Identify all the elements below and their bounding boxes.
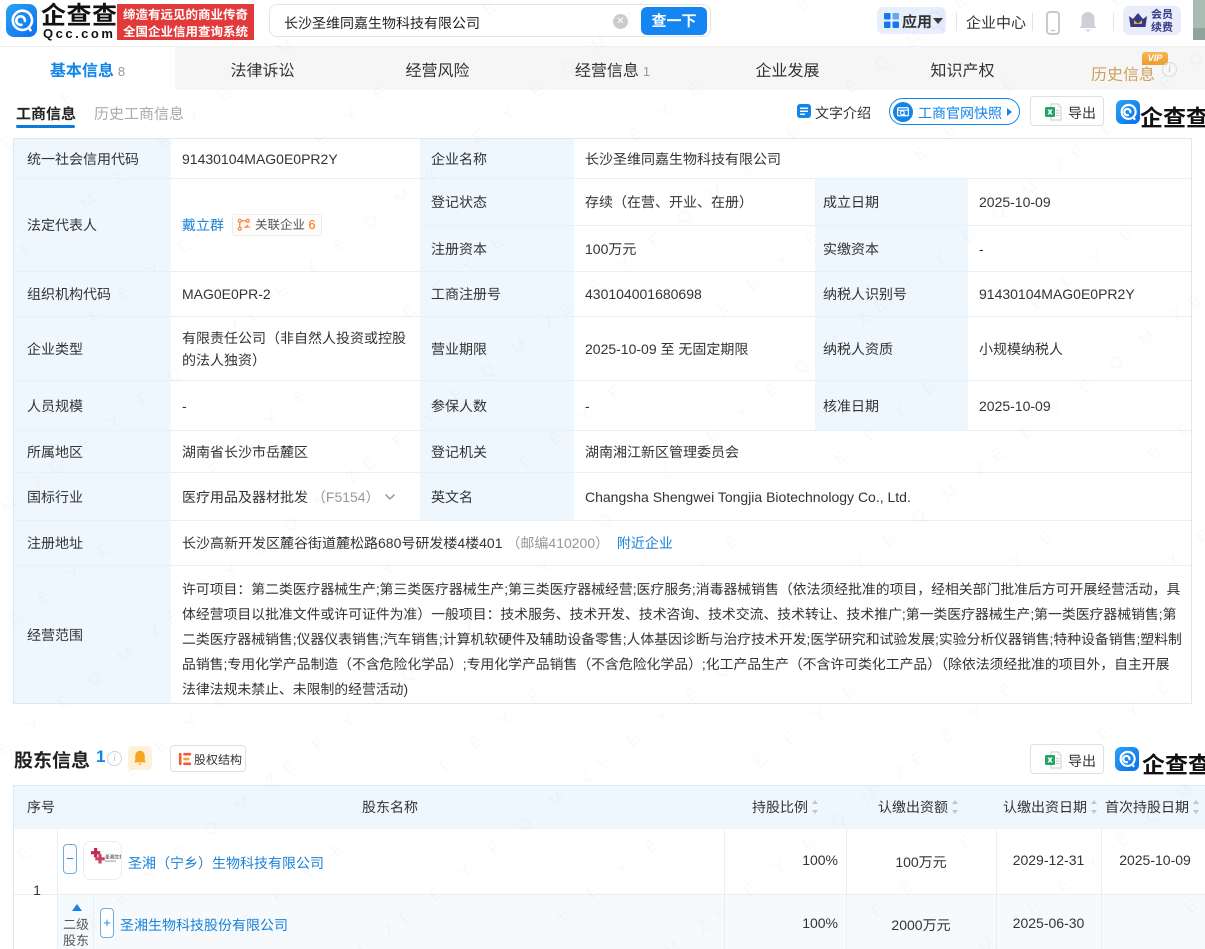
svg-text:圣湘生物: 圣湘生物 [105, 854, 121, 861]
svg-text:企: 企 [246, 224, 252, 233]
